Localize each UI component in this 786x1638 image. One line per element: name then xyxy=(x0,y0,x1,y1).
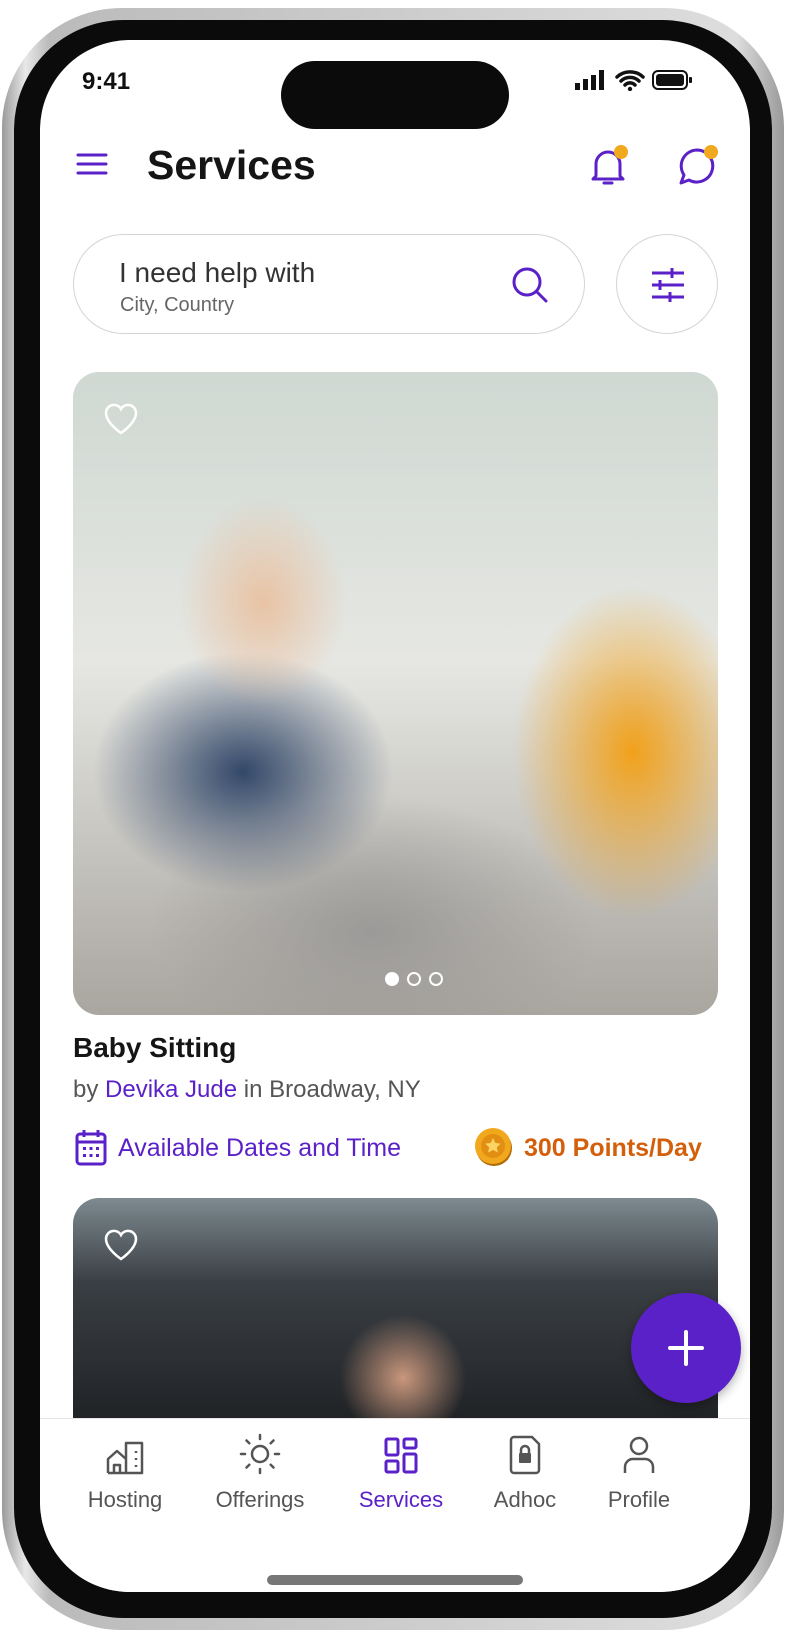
sun-icon xyxy=(239,1433,281,1475)
tab-label: Services xyxy=(358,1487,444,1512)
points-price: 300 Points/Day xyxy=(524,1134,702,1162)
building-icon xyxy=(106,1441,144,1475)
by-text: by xyxy=(73,1076,99,1103)
wifi-icon xyxy=(615,69,645,96)
search-field[interactable]: I need help with City, Country xyxy=(73,234,585,334)
page-title: Services xyxy=(147,142,316,188)
messages-button[interactable] xyxy=(677,144,719,193)
tab-adhoc[interactable]: Adhoc xyxy=(460,1419,590,1513)
plus-icon xyxy=(668,1330,704,1366)
carousel-dot[interactable] xyxy=(385,972,399,986)
tab-label: Offerings xyxy=(215,1487,305,1512)
tab-services[interactable]: Services xyxy=(336,1419,466,1513)
coin-icon xyxy=(474,1126,514,1173)
search-icon[interactable] xyxy=(510,265,550,305)
battery-icon xyxy=(652,70,692,95)
menu-button[interactable] xyxy=(76,152,108,181)
bottom-tab-bar: Hosting Offerings Services Adhoc Profile xyxy=(40,1418,750,1592)
screen: 9:41 Services I need help with City, Cou… xyxy=(40,40,750,1592)
sliders-icon xyxy=(652,268,684,302)
status-time: 9:41 xyxy=(82,68,131,95)
tab-label: Adhoc xyxy=(493,1487,557,1512)
person-icon xyxy=(623,1436,655,1473)
tab-label: Profile xyxy=(607,1487,671,1512)
listing-byline: by Devika Jude in Broadway, NY xyxy=(73,1076,421,1104)
search-location: City, Country xyxy=(120,294,235,316)
chat-icon xyxy=(679,145,718,185)
notification-button[interactable] xyxy=(588,144,630,193)
tab-profile[interactable]: Profile xyxy=(574,1419,704,1513)
carousel-dot[interactable] xyxy=(407,972,421,986)
dynamic-island xyxy=(281,61,509,129)
heart-icon[interactable] xyxy=(103,402,139,436)
heart-icon[interactable] xyxy=(103,1228,139,1262)
in-text: in xyxy=(243,1076,263,1103)
availability-link[interactable]: Available Dates and Time xyxy=(118,1134,401,1163)
tab-offerings[interactable]: Offerings xyxy=(195,1419,325,1513)
carousel-dots xyxy=(385,972,443,986)
bell-icon xyxy=(591,145,628,185)
tab-hosting[interactable]: Hosting xyxy=(60,1419,190,1513)
listing-location: Broadway, NY xyxy=(269,1076,421,1103)
listing-title: Baby Sitting xyxy=(73,1032,237,1063)
calendar-icon xyxy=(75,1128,107,1171)
grid-icon xyxy=(384,1437,418,1474)
tab-label: Hosting xyxy=(87,1487,163,1512)
filter-button[interactable] xyxy=(616,234,718,334)
search-label: I need help with xyxy=(119,257,316,288)
carousel-dot[interactable] xyxy=(429,972,443,986)
locked-file-icon xyxy=(509,1435,541,1475)
provider-link[interactable]: Devika Jude xyxy=(105,1076,237,1103)
signal-icon xyxy=(575,70,607,95)
listing-image[interactable] xyxy=(73,1198,718,1438)
home-indicator[interactable] xyxy=(267,1575,523,1585)
listing-image[interactable] xyxy=(73,372,718,1015)
add-button[interactable] xyxy=(631,1293,741,1403)
